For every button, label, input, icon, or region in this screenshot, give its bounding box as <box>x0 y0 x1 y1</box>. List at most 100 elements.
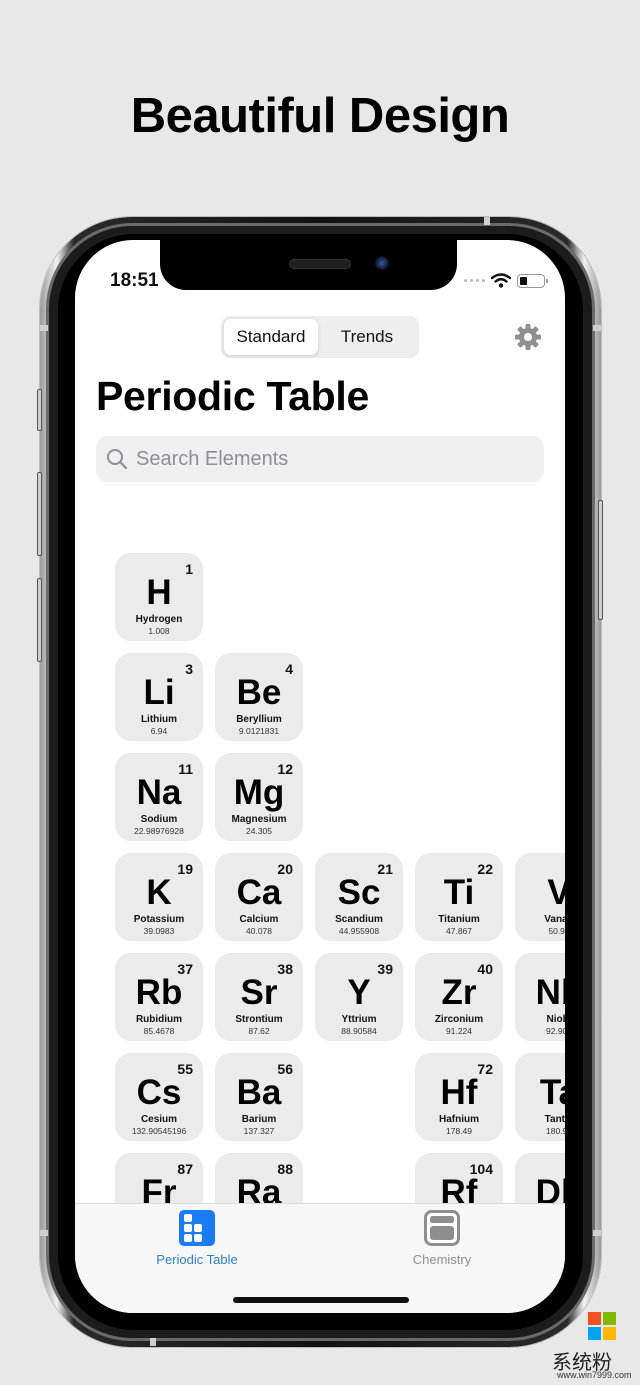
search-bar[interactable] <box>96 436 544 482</box>
status-time: 18:51 <box>110 270 159 291</box>
notch <box>160 240 457 290</box>
element-mass: 1.008 <box>148 626 170 636</box>
element-name: Calcium <box>239 914 279 925</box>
element-mass: 178.49 <box>446 1126 472 1136</box>
element-symbol: Nb <box>535 973 565 1012</box>
element-name: Titanium <box>438 914 480 925</box>
element-name: Rubidium <box>135 1014 183 1025</box>
element-symbol: H <box>146 573 172 612</box>
element-name: Vanad <box>544 914 565 925</box>
element-tile-titanium[interactable]: 22 Ti Titanium 47.867 <box>415 853 503 941</box>
element-tile-niobi[interactable]: Nb Niobi92.906 <box>515 953 565 1041</box>
element-mass: 137.327 <box>243 1126 275 1136</box>
element-symbol: K <box>146 873 172 912</box>
element-name: Sodium <box>140 814 178 825</box>
element-tile-hydrogen[interactable]: 1 H Hydrogen 1.008 <box>115 553 203 641</box>
element-tile-calcium[interactable]: 20 Ca Calcium 40.078 <box>215 853 303 941</box>
tab-periodic-table[interactable]: Periodic Table <box>127 1210 267 1267</box>
element-tile-sodium[interactable]: 11 Na Sodium 22.98976928 <box>115 753 203 841</box>
element-mass: 132.90545196 <box>131 1126 187 1136</box>
silent-switch <box>37 389 42 431</box>
element-tile-vanad[interactable]: V Vanad50.94 <box>515 853 565 941</box>
app-screen: 1 H Hydrogen 1.008 3 Li Lithium 6.94 4 Be Berylliu… <box>75 240 565 1313</box>
element-name: Strontium <box>235 1014 283 1025</box>
element-tile-scandium[interactable]: 21 Sc Scandium 44.955908 <box>315 853 403 941</box>
element-name: Niobi <box>546 1014 566 1025</box>
element-mass: 92.906 <box>546 1026 565 1036</box>
element-tile-yttrium[interactable]: 39 Y Yttrium 88.90584 <box>315 953 403 1041</box>
element-tile-lithium[interactable]: 3 Li Lithium 6.94 <box>115 653 203 741</box>
element-mass: 6.94 <box>150 726 168 736</box>
tab-label-chemistry: Chemistry <box>412 1252 472 1267</box>
element-mass: 88.90584 <box>341 1026 377 1036</box>
antenna-band <box>484 217 490 225</box>
element-mass: 50.94 <box>548 926 565 936</box>
gear-icon[interactable] <box>513 322 543 352</box>
element-mass: 47.867 <box>446 926 472 936</box>
element-symbol: Rb <box>135 973 183 1012</box>
element-name: Beryllium <box>236 714 282 725</box>
view-mode-segmented-control: Standard Trends <box>221 316 419 358</box>
element-name: Lithium <box>140 714 178 725</box>
volume-down-button <box>37 578 42 662</box>
element-name: Magnesium <box>231 814 287 825</box>
element-symbol: Mg <box>233 773 285 812</box>
periodic-table-icon <box>179 1210 215 1246</box>
element-tile-beryllium[interactable]: 4 Be Beryllium 9.0121831 <box>215 653 303 741</box>
antenna-band <box>40 1230 48 1236</box>
element-tile-potassium[interactable]: 19 K Potassium 39.0983 <box>115 853 203 941</box>
element-mass: 22.98976928 <box>134 826 184 836</box>
element-symbol: V <box>547 873 565 912</box>
search-icon <box>107 449 128 470</box>
promo-headline: Beautiful Design <box>130 89 510 143</box>
element-tile-cesium[interactable]: 55 Cs Cesium 132.90545196 <box>115 1053 203 1141</box>
element-symbol: Hf <box>440 1073 478 1112</box>
status-icons <box>464 273 548 288</box>
element-symbol: Sc <box>337 873 381 912</box>
page-title: Periodic Table <box>96 373 370 419</box>
element-name: Scandium <box>335 914 383 925</box>
element-symbol: Be <box>236 673 282 712</box>
signal-dots-icon <box>464 279 485 282</box>
element-tile-rubidium[interactable]: 37 Rb Rubidium 85.4678 <box>115 953 203 1041</box>
element-mass: 91.224 <box>446 1026 472 1036</box>
element-name: Cesium <box>140 1114 178 1125</box>
element-mass: 39.0983 <box>143 926 175 936</box>
element-name: Hydrogen <box>135 614 183 625</box>
element-mass: 44.955908 <box>338 926 380 936</box>
element-symbol: Na <box>136 773 182 812</box>
front-camera <box>375 256 389 270</box>
element-tile-zirconium[interactable]: 40 Zr Zirconium 91.224 <box>415 953 503 1041</box>
element-name: Tantal <box>544 1114 565 1125</box>
antenna-band <box>593 325 601 331</box>
element-symbol: Ti <box>443 873 475 912</box>
volume-up-button <box>37 472 42 556</box>
antenna-band <box>40 325 48 331</box>
element-mass: 85.4678 <box>143 1026 175 1036</box>
element-mass: 87.62 <box>248 1026 270 1036</box>
element-symbol: Ta <box>539 1073 565 1112</box>
segment-trends[interactable]: Trends <box>318 319 416 355</box>
element-tile-magnesium[interactable]: 12 Mg Magnesium 24.305 <box>215 753 303 841</box>
watermark-url: www.win7999.com <box>557 1370 632 1380</box>
element-mass: 40.078 <box>246 926 272 936</box>
wifi-icon <box>491 273 511 288</box>
antenna-band <box>593 1230 601 1236</box>
element-symbol: Ca <box>236 873 282 912</box>
element-mass: 180.94 <box>546 1126 565 1136</box>
element-tile-barium[interactable]: 56 Ba Barium 137.327 <box>215 1053 303 1141</box>
speaker-grille <box>289 259 351 269</box>
element-tile-hafnium[interactable]: 72 Hf Hafnium 178.49 <box>415 1053 503 1141</box>
element-tile-strontium[interactable]: 38 Sr Strontium 87.62 <box>215 953 303 1041</box>
search-input[interactable] <box>136 447 526 471</box>
element-tile-tantal[interactable]: Ta Tantal180.94 <box>515 1053 565 1141</box>
power-button <box>598 500 603 620</box>
tab-chemistry[interactable]: Chemistry <box>372 1210 512 1267</box>
element-name: Barium <box>241 1114 277 1125</box>
element-mass: 9.0121831 <box>238 726 280 736</box>
battery-icon <box>517 273 548 288</box>
element-symbol: Y <box>347 973 371 1012</box>
home-indicator[interactable] <box>233 1297 409 1303</box>
antenna-band <box>150 1338 156 1346</box>
segment-standard[interactable]: Standard <box>224 319 318 355</box>
